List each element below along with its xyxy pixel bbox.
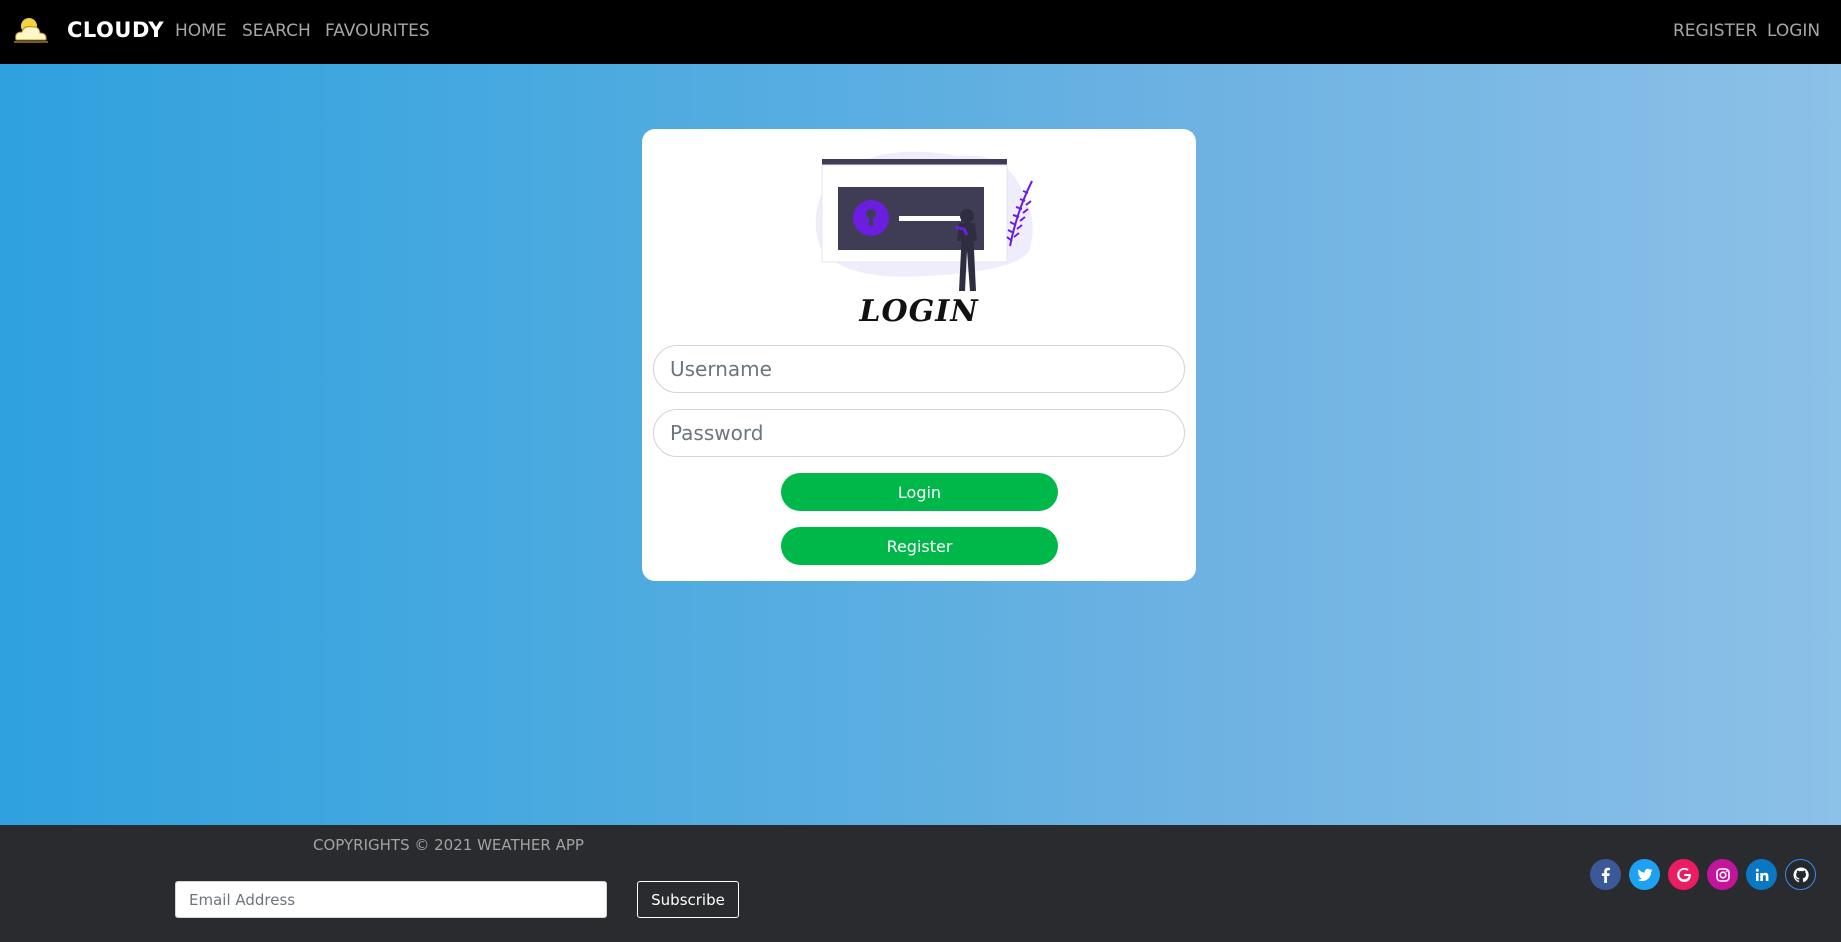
- nav-login-link[interactable]: LOGIN: [1767, 21, 1820, 41]
- instagram-icon[interactable]: [1707, 859, 1738, 890]
- copyright-text: COPYRIGHTS © 2021 WEATHER APP: [313, 836, 584, 854]
- subscribe-button[interactable]: Subscribe: [637, 881, 739, 918]
- social-links: [1590, 859, 1816, 890]
- login-title: LOGIN: [859, 294, 979, 329]
- navbar: CLOUDY HOME SEARCH FAVOURITES REGISTER L…: [0, 0, 1841, 64]
- login-card: LOGIN Username Password Login Register: [642, 129, 1196, 581]
- nav-home-link[interactable]: HOME: [175, 21, 227, 41]
- brand-name[interactable]: CLOUDY: [67, 18, 164, 42]
- username-input[interactable]: Username: [653, 345, 1185, 393]
- github-icon[interactable]: [1785, 859, 1816, 890]
- footer: COPYRIGHTS © 2021 WEATHER APP Email Addr…: [0, 825, 1841, 942]
- google-icon[interactable]: [1668, 859, 1699, 890]
- nav-register-link[interactable]: REGISTER: [1673, 21, 1757, 41]
- register-button[interactable]: Register: [781, 527, 1058, 565]
- nav-favourites-link[interactable]: FAVOURITES: [325, 21, 430, 41]
- main-area: LOGIN Username Password Login Register: [0, 64, 1841, 825]
- login-illustration-icon: [815, 151, 1033, 291]
- login-button[interactable]: Login: [781, 473, 1058, 511]
- cloud-sun-logo-icon[interactable]: [12, 14, 50, 46]
- password-input[interactable]: Password: [653, 409, 1185, 457]
- twitter-icon[interactable]: [1629, 859, 1660, 890]
- email-input[interactable]: Email Address: [175, 881, 607, 918]
- nav-search-link[interactable]: SEARCH: [242, 21, 311, 41]
- facebook-icon[interactable]: [1590, 859, 1621, 890]
- linkedin-icon[interactable]: [1746, 859, 1777, 890]
